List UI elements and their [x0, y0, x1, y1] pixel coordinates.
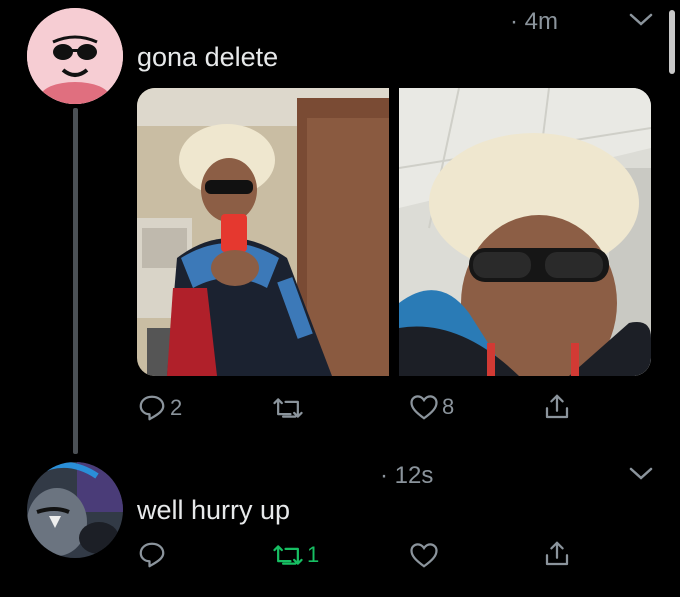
reply-icon [137, 540, 167, 570]
scrollbar[interactable] [669, 10, 675, 74]
like-button[interactable]: 8 [409, 393, 454, 421]
thread-line [73, 108, 78, 454]
avatar[interactable] [27, 462, 123, 558]
retweet-button[interactable]: 1 [272, 540, 319, 570]
share-icon [542, 392, 572, 422]
heart-icon [409, 541, 439, 569]
reply-icon [137, 393, 167, 423]
retweet-icon [272, 540, 304, 570]
avatar-image [27, 462, 123, 558]
reply-button[interactable] [137, 540, 170, 570]
heart-icon [409, 393, 439, 421]
reply-count: 2 [170, 395, 183, 420]
reply-button[interactable]: 2 [137, 393, 182, 423]
like-count: 8 [442, 394, 455, 419]
media-image-right[interactable] [398, 88, 651, 376]
media-gallery[interactable] [137, 88, 651, 376]
retweet-count: 1 [307, 542, 320, 567]
tweet-text: well hurry up [137, 495, 291, 525]
share-button[interactable] [542, 392, 572, 422]
tweet[interactable]: · 4m gona delete 2 8 [0, 0, 680, 454]
like-button[interactable] [409, 541, 442, 569]
timestamp: · 12s [380, 462, 434, 489]
tweet-text: gona delete [137, 42, 279, 72]
retweet-button[interactable] [272, 393, 307, 423]
retweet-icon [272, 393, 304, 423]
avatar[interactable] [27, 8, 123, 104]
media-image-left[interactable] [137, 88, 389, 376]
avatar-image [27, 8, 123, 104]
chevron-down-icon[interactable] [628, 12, 654, 33]
share-icon [542, 539, 572, 569]
chevron-down-icon[interactable] [628, 466, 654, 487]
share-button[interactable] [542, 539, 572, 569]
media-divider [389, 88, 399, 376]
timestamp: · 4m [510, 8, 558, 35]
